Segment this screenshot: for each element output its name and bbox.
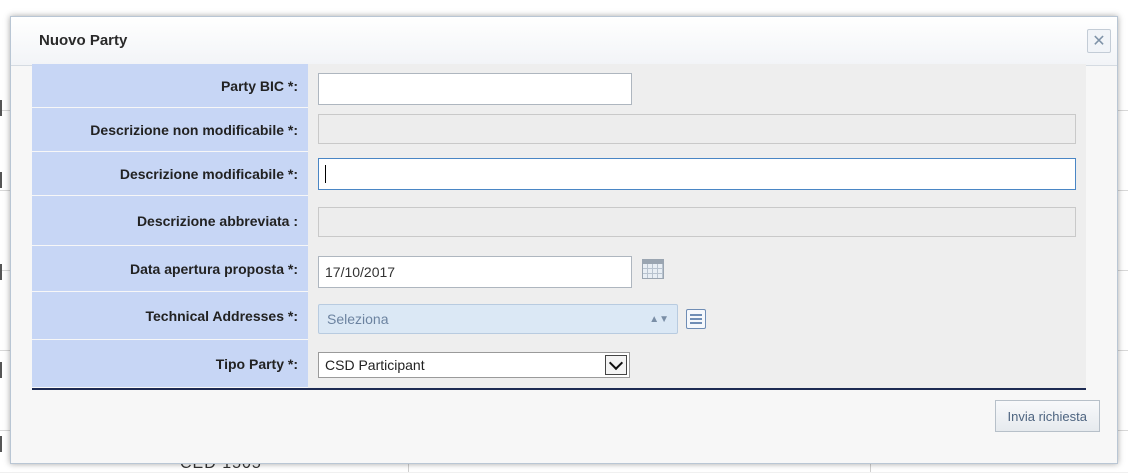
tipo-party-label: Tipo Party *: xyxy=(32,340,308,388)
descrizione-non-modificabile-field xyxy=(318,114,1076,144)
close-button[interactable]: ✕ xyxy=(1087,29,1111,53)
text-caret xyxy=(325,165,326,183)
data-apertura-label: Data apertura proposta *: xyxy=(32,246,308,292)
party-bic-cell xyxy=(308,64,1086,109)
descrizione-modificabile-label: Descrizione modificabile *: xyxy=(32,152,308,196)
descrizione-abbreviata-label: Descrizione abbreviata : xyxy=(32,196,308,246)
party-bic-input[interactable] xyxy=(318,73,632,105)
technical-addresses-cell: Seleziona ▲▼ xyxy=(308,292,1086,341)
row-party-bic: Party BIC *: xyxy=(32,64,1086,109)
descrizione-abbreviata-field xyxy=(318,207,1076,237)
descrizione-non-modificabile-cell xyxy=(308,108,1086,153)
bg-tick xyxy=(0,436,6,452)
descrizione-modificabile-input[interactable] xyxy=(318,158,1076,190)
calendar-icon[interactable] xyxy=(642,259,664,279)
dialog-title: Nuovo Party xyxy=(39,32,128,49)
technical-addresses-label: Technical Addresses *: xyxy=(32,292,308,340)
dialog-header: Nuovo Party ✕ xyxy=(11,17,1117,66)
form-separator xyxy=(32,388,1086,390)
tipo-party-selected: CSD Participant xyxy=(325,357,425,373)
descrizione-modificabile-cell xyxy=(308,152,1086,197)
bg-tick xyxy=(0,172,6,188)
descrizione-abbreviata-cell xyxy=(308,196,1086,247)
invia-richiesta-button[interactable]: Invia richiesta xyxy=(994,400,1100,432)
data-apertura-cell: 17/10/2017 xyxy=(308,246,1086,293)
tipo-party-cell: CSD Participant xyxy=(308,340,1086,389)
chevron-down-icon[interactable] xyxy=(605,355,627,375)
bg-tick xyxy=(0,100,6,116)
row-data-apertura: Data apertura proposta *: 17/10/2017 xyxy=(32,246,1086,293)
technical-addresses-select[interactable]: Seleziona ▲▼ xyxy=(318,304,678,334)
row-technical-addresses: Technical Addresses *: Seleziona ▲▼ xyxy=(32,292,1086,341)
row-descrizione-non-modificabile: Descrizione non modificabile *: xyxy=(32,108,1086,153)
descrizione-non-modificabile-label: Descrizione non modificabile *: xyxy=(32,108,308,152)
tipo-party-select[interactable]: CSD Participant xyxy=(318,352,630,378)
bg-tick xyxy=(0,362,6,378)
row-descrizione-modificabile: Descrizione modificabile *: xyxy=(32,152,1086,197)
sort-arrows-icon: ▲▼ xyxy=(649,313,669,325)
data-apertura-input[interactable]: 17/10/2017 xyxy=(318,256,632,288)
party-bic-label: Party BIC *: xyxy=(32,64,308,108)
close-icon: ✕ xyxy=(1092,33,1106,50)
party-form: Party BIC *: Descrizione non modificabil… xyxy=(32,64,1086,391)
list-icon[interactable] xyxy=(686,309,706,329)
technical-addresses-selected: Seleziona xyxy=(327,311,389,327)
row-descrizione-abbreviata: Descrizione abbreviata : xyxy=(32,196,1086,247)
row-tipo-party: Tipo Party *: CSD Participant xyxy=(32,340,1086,389)
bg-tick xyxy=(0,264,6,280)
